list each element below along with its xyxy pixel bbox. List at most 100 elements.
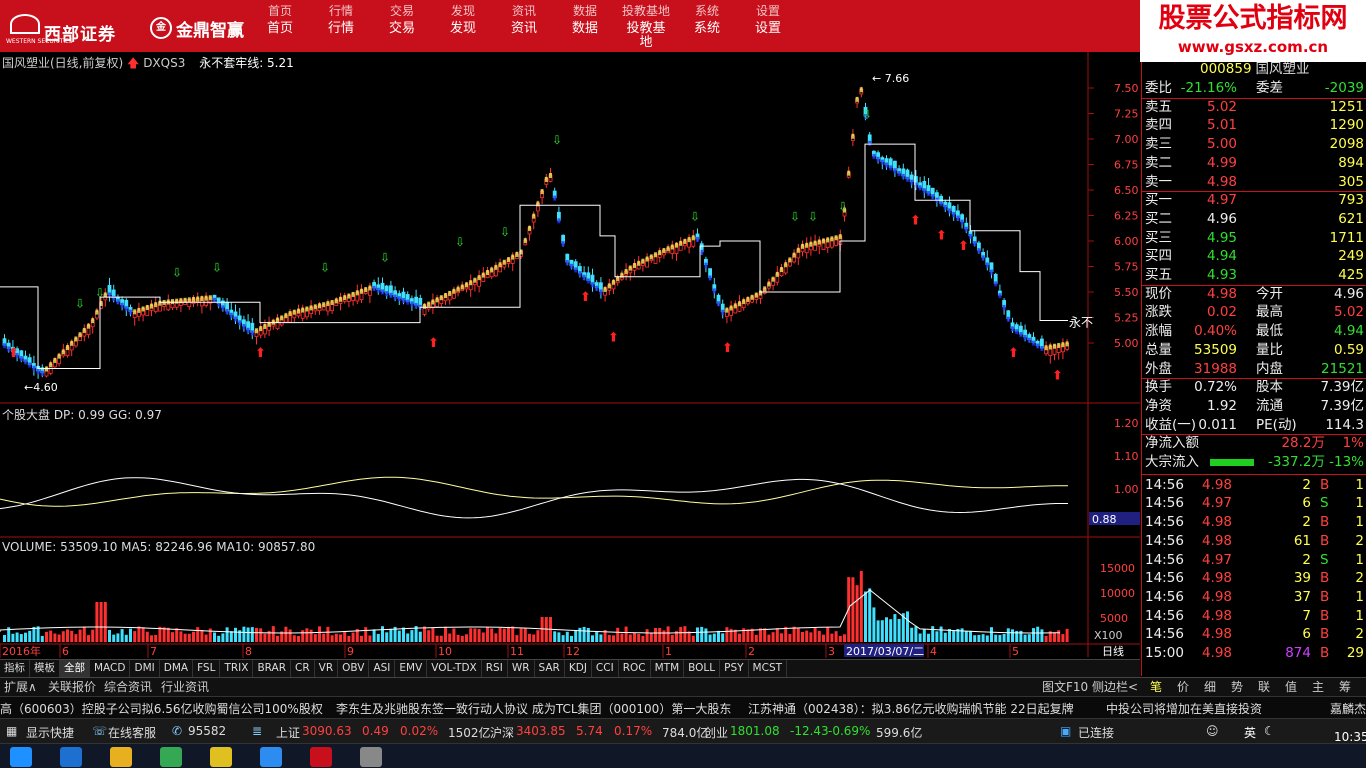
indicator-tab-rsi[interactable]: RSI xyxy=(482,660,508,677)
start-icon[interactable] xyxy=(10,747,32,767)
indicator-tab-brar[interactable]: BRAR xyxy=(253,660,291,677)
side-tab[interactable]: 联 xyxy=(1258,679,1270,696)
volume-bar xyxy=(557,632,561,642)
index-label[interactable]: 上证 xyxy=(276,724,300,741)
volume-bar xyxy=(935,631,939,642)
side-tab[interactable]: 笔 xyxy=(1150,679,1162,696)
trend-bar xyxy=(1023,334,1027,340)
grid-icon[interactable]: ▦ xyxy=(6,724,17,738)
stat-value: 4.96 xyxy=(1333,285,1364,302)
indicator-tab-全部[interactable]: 全部 xyxy=(60,660,90,677)
indicator-tab-obv[interactable]: OBV xyxy=(338,660,370,677)
flow-label: 大宗流入 xyxy=(1145,454,1199,470)
chrome-icon[interactable] xyxy=(160,747,182,767)
bottom-right-tab[interactable]: 图文F10 xyxy=(1042,679,1088,696)
side-tab[interactable]: 价 xyxy=(1177,679,1189,696)
folder-icon[interactable] xyxy=(110,747,132,767)
indicator-tab-dmi[interactable]: DMI xyxy=(130,660,160,677)
news-item[interactable]: 高（600603）控股子公司拟6.56亿收购蜀信公司100%股权 xyxy=(0,700,323,717)
news-item[interactable]: 江苏神通（002438）：拟3.86亿元收购瑞帆节能 22日起复牌 xyxy=(748,700,1074,717)
menu-item-1[interactable]: 行情 行情 xyxy=(316,4,366,50)
indicator-tab-boll[interactable]: BOLL xyxy=(684,660,721,677)
news-ticker[interactable]: 高（600603）控股子公司拟6.56亿收购蜀信公司100%股权 李东生及兆驰股东… xyxy=(0,696,1366,718)
menu-item-0[interactable]: 首页 首页 xyxy=(255,4,305,50)
index-label[interactable]: 沪深 xyxy=(490,724,514,741)
indicator-tab-psy[interactable]: PSY xyxy=(720,660,749,677)
menu-item-4[interactable]: 资讯 资讯 xyxy=(499,4,549,50)
menu-item-2[interactable]: 交易 交易 xyxy=(377,4,427,50)
quick-display[interactable]: 显示快捷 xyxy=(26,724,74,741)
network-icon: ▣ xyxy=(1060,724,1072,738)
kline-chart-area[interactable]: 7.50 7.25 7.00 6.75 6.50 6.25 6.00 5.75 5.50 5.25… xyxy=(0,52,1140,673)
indicator-tab-cr[interactable]: CR xyxy=(291,660,315,677)
trend-bar xyxy=(712,288,716,294)
menu-item-7[interactable]: 系统 系统 xyxy=(682,4,732,50)
bottom-right-tab[interactable]: 侧边栏< xyxy=(1092,679,1138,696)
news-item[interactable]: 中投公司将增加在美直接投资 xyxy=(1106,700,1262,717)
index-label[interactable]: 创业 xyxy=(704,724,728,741)
volume-bar xyxy=(410,630,414,642)
quote-panel: 000859 国风塑业 委比 -21.16% 委差 -2039 卖五 5.02 1251 卖四 5.… xyxy=(1141,52,1366,676)
indicator-tab-dma[interactable]: DMA xyxy=(160,660,194,677)
browser-icon[interactable] xyxy=(60,747,82,767)
trend-bar xyxy=(973,241,977,247)
news-item[interactable]: 嘉麟杰（00 xyxy=(1330,700,1366,717)
ask-volume: 1290 xyxy=(1329,117,1364,134)
bid-row: 买一 4.97 793 xyxy=(1142,191,1366,210)
bottom-tab[interactable]: 关联报价 xyxy=(48,679,96,696)
trend-bar xyxy=(250,330,254,336)
sell-arrow-icon: ⇩ xyxy=(790,210,800,224)
flow-label: 净流入额 xyxy=(1145,435,1199,452)
indicator-tab-asi[interactable]: ASI xyxy=(369,660,396,677)
side-tab[interactable]: 值 xyxy=(1285,679,1297,696)
indicator-tab-mcst[interactable]: MCST xyxy=(749,660,788,677)
menu-item-6[interactable]: 投教基地 投教基地 xyxy=(621,4,671,50)
app-icon[interactable] xyxy=(210,747,232,767)
indicator-tab-kdj[interactable]: KDJ xyxy=(565,660,592,677)
trend-bar xyxy=(994,281,998,287)
trend-bar xyxy=(801,243,804,249)
online-service[interactable]: 在线客服 xyxy=(108,724,156,741)
volume-bar xyxy=(108,629,111,642)
side-tab[interactable]: 主 xyxy=(1312,679,1324,696)
indicator-tab-sar[interactable]: SAR xyxy=(535,660,565,677)
side-tab[interactable]: 细 xyxy=(1204,679,1216,696)
trend-bar xyxy=(523,238,527,244)
indicator-tab-trix[interactable]: TRIX xyxy=(220,660,254,677)
volume-bar xyxy=(196,627,200,642)
menu-item-3[interactable]: 发现 发现 xyxy=(438,4,488,50)
news-item[interactable]: 李东生及兆驰股东签一致行动人协议 成为TCL集团（000100）第一大股东 xyxy=(336,700,731,717)
trading-app-icon[interactable] xyxy=(310,747,332,767)
volume-bar xyxy=(1002,633,1006,642)
indicator-tab-macd[interactable]: MACD xyxy=(90,660,131,677)
bottom-tab[interactable]: 综合资讯 xyxy=(104,679,152,696)
menu-item-5[interactable]: 数据 数据 xyxy=(560,4,610,50)
indicator-tab-roc[interactable]: ROC xyxy=(619,660,651,677)
indicator-tab-mtm[interactable]: MTM xyxy=(651,660,685,677)
menu-label: 资讯 xyxy=(510,21,537,36)
side-tab[interactable]: 筹 xyxy=(1339,679,1351,696)
trend-bar xyxy=(817,239,821,245)
trend-bar xyxy=(826,237,830,243)
bottom-tab[interactable]: 扩展∧ xyxy=(4,679,37,696)
tool-icon[interactable] xyxy=(360,747,382,767)
time-tick-label: 1 xyxy=(665,645,672,658)
indicator-tab-wr[interactable]: WR xyxy=(508,660,535,677)
indicator-name[interactable]: DXQS3 xyxy=(143,56,185,70)
buy-arrow-icon: ⬆ xyxy=(936,229,947,244)
trend-bar xyxy=(805,242,809,248)
indicator-tab-cci[interactable]: CCI xyxy=(592,660,619,677)
media-icon[interactable] xyxy=(260,747,282,767)
indicator-tab-vol-tdx[interactable]: VOL-TDX xyxy=(427,660,482,677)
indicator-tab-fsl[interactable]: FSL xyxy=(193,660,221,677)
menu-ghost: 投教基地 xyxy=(621,4,670,16)
ime-indicator[interactable]: 英 xyxy=(1244,724,1256,741)
indicator-tab-指标[interactable]: 指标 xyxy=(0,660,30,677)
indicator-tab-emv[interactable]: EMV xyxy=(395,660,428,677)
indicator-tab-vr[interactable]: VR xyxy=(315,660,339,677)
tick-time: 14:56 xyxy=(1145,588,1184,605)
side-tab[interactable]: 势 xyxy=(1231,679,1243,696)
bottom-tab[interactable]: 行业资讯 xyxy=(161,679,209,696)
indicator-tab-模板[interactable]: 模板 xyxy=(30,660,60,677)
menu-item-8[interactable]: 设置 设置 xyxy=(743,4,793,50)
